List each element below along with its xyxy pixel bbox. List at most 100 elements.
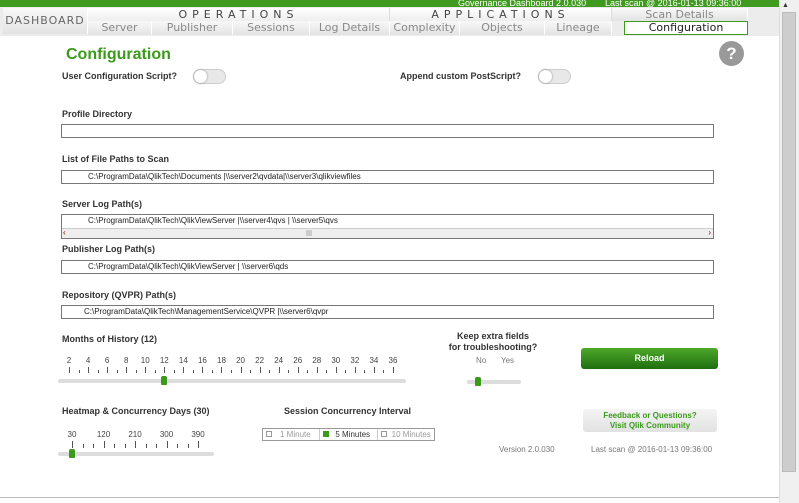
page-title: Configuration bbox=[66, 46, 171, 63]
months-tick-major bbox=[316, 367, 318, 373]
heatmap-tick-minor bbox=[114, 444, 115, 448]
interval-option-5-minutes[interactable]: 5 Minutes bbox=[320, 429, 378, 440]
heatmap-tick-minor bbox=[82, 444, 84, 448]
tab-log-details[interactable]: Log Details bbox=[310, 21, 390, 35]
tab-server[interactable]: Server bbox=[88, 21, 152, 35]
option-label: 10 Minutes bbox=[391, 430, 431, 439]
help-icon[interactable]: ? bbox=[719, 41, 744, 66]
group-operations: OPERATIONS bbox=[88, 8, 390, 21]
heatmap-tick-minor bbox=[93, 444, 94, 448]
months-tick-label: 8 bbox=[123, 356, 129, 365]
months-tick-minor bbox=[269, 370, 271, 373]
months-tick-minor bbox=[78, 370, 80, 373]
months-tick-major bbox=[278, 367, 280, 373]
radio-unchecked-icon bbox=[380, 431, 387, 437]
heatmap-tick-minor bbox=[156, 444, 157, 448]
interval-option-1-minute[interactable]: 1 Minute bbox=[263, 429, 321, 440]
interval-label: Session Concurrency Interval bbox=[284, 406, 412, 416]
months-tick-major bbox=[373, 367, 375, 373]
heatmap-tick-major bbox=[166, 441, 168, 448]
repository-label: Repository (QVPR) Path(s) bbox=[62, 290, 177, 300]
extra-fields-label-1: Keep extra fields bbox=[456, 331, 530, 341]
extra-fields-slider-thumb[interactable] bbox=[475, 377, 481, 386]
vertical-scrollbar[interactable]: ▲ bbox=[779, 0, 799, 503]
months-slider-track[interactable] bbox=[58, 379, 406, 383]
interval-option-10-minutes[interactable]: 10 Minutes bbox=[378, 429, 434, 440]
months-tick-major bbox=[393, 367, 394, 373]
heatmap-tick-major bbox=[198, 441, 199, 448]
months-tick-major bbox=[126, 367, 128, 373]
tab-sessions[interactable]: Sessions bbox=[233, 21, 310, 35]
heatmap-tick-minor bbox=[177, 444, 178, 448]
heatmap-tick-major bbox=[103, 441, 105, 448]
tab-publisher[interactable]: Publisher bbox=[152, 21, 233, 35]
months-tick-label: 18 bbox=[217, 356, 226, 365]
scroll-right-icon[interactable]: › bbox=[708, 227, 711, 238]
heatmap-slider-track[interactable] bbox=[58, 452, 214, 456]
tab-dashboard[interactable]: DASHBOARD bbox=[3, 8, 88, 34]
months-tick-label: 12 bbox=[159, 356, 169, 365]
scroll-up-icon[interactable]: ▲ bbox=[782, 2, 789, 9]
publisher-log-input[interactable]: C:\ProgramData\QlikTech\QlikViewServer |… bbox=[61, 260, 714, 274]
months-tick-minor bbox=[135, 370, 137, 373]
months-tick-major bbox=[183, 367, 185, 373]
version-text: Version 2.0.030 bbox=[499, 445, 555, 454]
months-tick-minor bbox=[250, 370, 252, 373]
server-log-input[interactable]: C:\ProgramData\QlikTech\QlikViewServer |… bbox=[61, 214, 714, 239]
heatmap-tick-label: 120 bbox=[96, 430, 111, 439]
scroll-left-icon[interactable]: ‹ bbox=[63, 227, 66, 238]
append-postscript-toggle[interactable] bbox=[538, 69, 571, 84]
months-tick-major bbox=[259, 367, 261, 373]
heatmap-slider-thumb[interactable] bbox=[69, 449, 75, 458]
tab-complexity[interactable]: Complexity bbox=[390, 21, 460, 35]
months-tick-minor bbox=[307, 370, 309, 373]
months-tick-major bbox=[221, 367, 223, 373]
scrollbar-thumb[interactable] bbox=[782, 12, 796, 472]
repository-input[interactable]: C:\ProgramData\QlikTech\ManagementServic… bbox=[61, 305, 714, 319]
months-tick-minor bbox=[364, 370, 366, 373]
months-tick-minor bbox=[154, 370, 156, 373]
last-scan-text: Last scan @ 2016-01-13 09:36:00 bbox=[591, 445, 713, 454]
tab-objects[interactable]: Objects bbox=[460, 21, 545, 35]
months-tick-minor bbox=[192, 370, 194, 373]
horizontal-scrollbar[interactable]: ‹ › bbox=[62, 228, 713, 238]
months-tick-major bbox=[164, 367, 166, 373]
heatmap-tick-minor bbox=[187, 444, 189, 448]
months-tick-minor bbox=[345, 370, 347, 373]
hscroll-thumb[interactable] bbox=[306, 230, 312, 236]
reload-button[interactable]: Reload bbox=[581, 348, 718, 369]
file-paths-label: List of File Paths to Scan bbox=[62, 154, 170, 164]
extra-yes-label: Yes bbox=[501, 356, 515, 365]
months-tick-major bbox=[107, 367, 109, 373]
radio-unchecked-icon bbox=[266, 431, 272, 437]
months-tick-label: 32 bbox=[350, 356, 360, 365]
months-slider-thumb[interactable] bbox=[161, 376, 168, 385]
months-tick-label: 26 bbox=[293, 356, 303, 365]
profile-directory-input[interactable] bbox=[61, 124, 714, 138]
feedback-button[interactable]: Feedback or Questions? Visit Qlik Commun… bbox=[583, 409, 717, 432]
months-tick-minor bbox=[231, 370, 232, 373]
heatmap-tick-minor bbox=[145, 444, 147, 448]
months-tick-major bbox=[297, 367, 299, 373]
file-paths-input[interactable]: C:\ProgramData\QlikTech\Documents |\\ser… bbox=[61, 170, 714, 184]
months-tick-minor bbox=[211, 370, 213, 373]
months-tick-label: 6 bbox=[104, 356, 110, 365]
heatmap-label: Heatmap & Concurrency Days (30) bbox=[62, 406, 210, 416]
months-tick-major bbox=[69, 367, 70, 373]
months-tick-major bbox=[145, 367, 147, 373]
months-label: Months of History (12) bbox=[62, 334, 158, 344]
server-log-value: C:\ProgramData\QlikTech\QlikViewServer |… bbox=[88, 216, 338, 225]
months-tick-minor bbox=[173, 370, 175, 373]
tab-scan-details[interactable]: Scan Details bbox=[612, 8, 748, 21]
tab-configuration[interactable]: Configuration bbox=[624, 21, 748, 35]
months-tick-label: 34 bbox=[369, 356, 379, 365]
user-script-toggle[interactable] bbox=[193, 69, 226, 84]
months-tick-major bbox=[240, 367, 242, 373]
tab-lineage[interactable]: Lineage bbox=[545, 21, 612, 35]
option-label: 1 Minute bbox=[280, 430, 311, 439]
user-script-label: User Configuration Script? bbox=[62, 71, 178, 81]
feedback-line-2: Visit Qlik Community bbox=[609, 421, 691, 430]
months-tick-major bbox=[335, 367, 337, 373]
publisher-log-label: Publisher Log Path(s) bbox=[62, 244, 156, 254]
months-tick-label: 2 bbox=[66, 356, 72, 365]
